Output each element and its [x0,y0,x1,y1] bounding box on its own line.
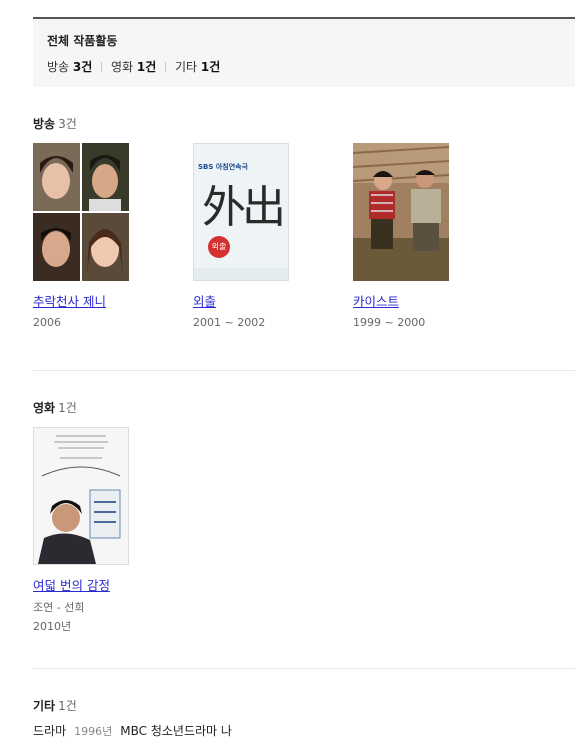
movie-heading: 영화 [33,401,56,415]
movie-section-heading: 영화 1건 [33,399,77,416]
work-card: 카이스트 1999 ~ 2000 [353,143,493,329]
work-card: SBS 아침연속극 外出 외출 외출 2001 ~ 2002 [193,143,333,329]
work-summary-box: 전체 작품활동 방송 3건 영화 1건 기타 1건 [33,17,575,87]
poster-movie-man-icon[interactable] [33,427,129,565]
summary-broadcast-label[interactable]: 방송 [47,60,69,74]
poster-glyph: 外出 [202,182,286,233]
poster-four-portrait-collage-icon[interactable] [33,143,129,281]
broadcast-section-heading: 방송 3건 [33,115,77,132]
summary-etc-count[interactable]: 1건 [201,60,220,74]
work-card: 여덟 번의 감정 조연 - 선희 2010년 [33,427,173,634]
summary-counts: 방송 3건 영화 1건 기타 1건 [47,58,220,75]
work-title-link[interactable]: 여덟 번의 감정 [33,575,173,594]
etc-count: 1건 [58,699,77,713]
work-title-link[interactable]: 추락천사 제니 [33,291,173,310]
poster-stamp: 외출 [208,236,230,258]
divider [101,62,103,72]
broadcast-count: 3건 [58,117,77,131]
work-year: 1999 ~ 2000 [353,316,426,329]
etc-section-heading: 기타 1건 [33,697,77,714]
poster-badge: SBS 아침연속극 [198,163,249,171]
movie-count: 1건 [58,401,77,415]
broadcast-heading: 방송 [33,117,56,131]
summary-movie-count[interactable]: 1건 [137,60,156,74]
poster-calligraphy-icon[interactable]: SBS 아침연속극 外出 외출 [193,143,289,281]
work-year: 2010년 [33,620,72,633]
summary-broadcast-count[interactable]: 3건 [73,60,92,74]
section-divider [33,668,575,669]
work-card: 추락천사 제니 2006 [33,143,173,329]
etc-desc: MBC 청소년드라마 나 [120,724,232,738]
section-divider [33,370,575,371]
etc-type: 드라마 [33,724,67,738]
divider [165,62,167,72]
poster-two-people-sitting-icon[interactable] [353,143,449,281]
summary-etc-label[interactable]: 기타 [175,60,197,74]
work-title-link[interactable]: 외출 [193,291,333,310]
summary-title: 전체 작품활동 [47,34,118,48]
work-year: 2006 [33,316,61,329]
etc-list-item: 드라마 1996년 MBC 청소년드라마 나 [33,722,232,739]
work-role: 조연 - 선희 [33,601,85,614]
work-year: 2001 ~ 2002 [193,316,266,329]
etc-heading: 기타 [33,699,56,713]
etc-year: 1996년 [74,725,113,738]
work-title-link[interactable]: 카이스트 [353,291,493,310]
summary-movie-label[interactable]: 영화 [111,60,133,74]
